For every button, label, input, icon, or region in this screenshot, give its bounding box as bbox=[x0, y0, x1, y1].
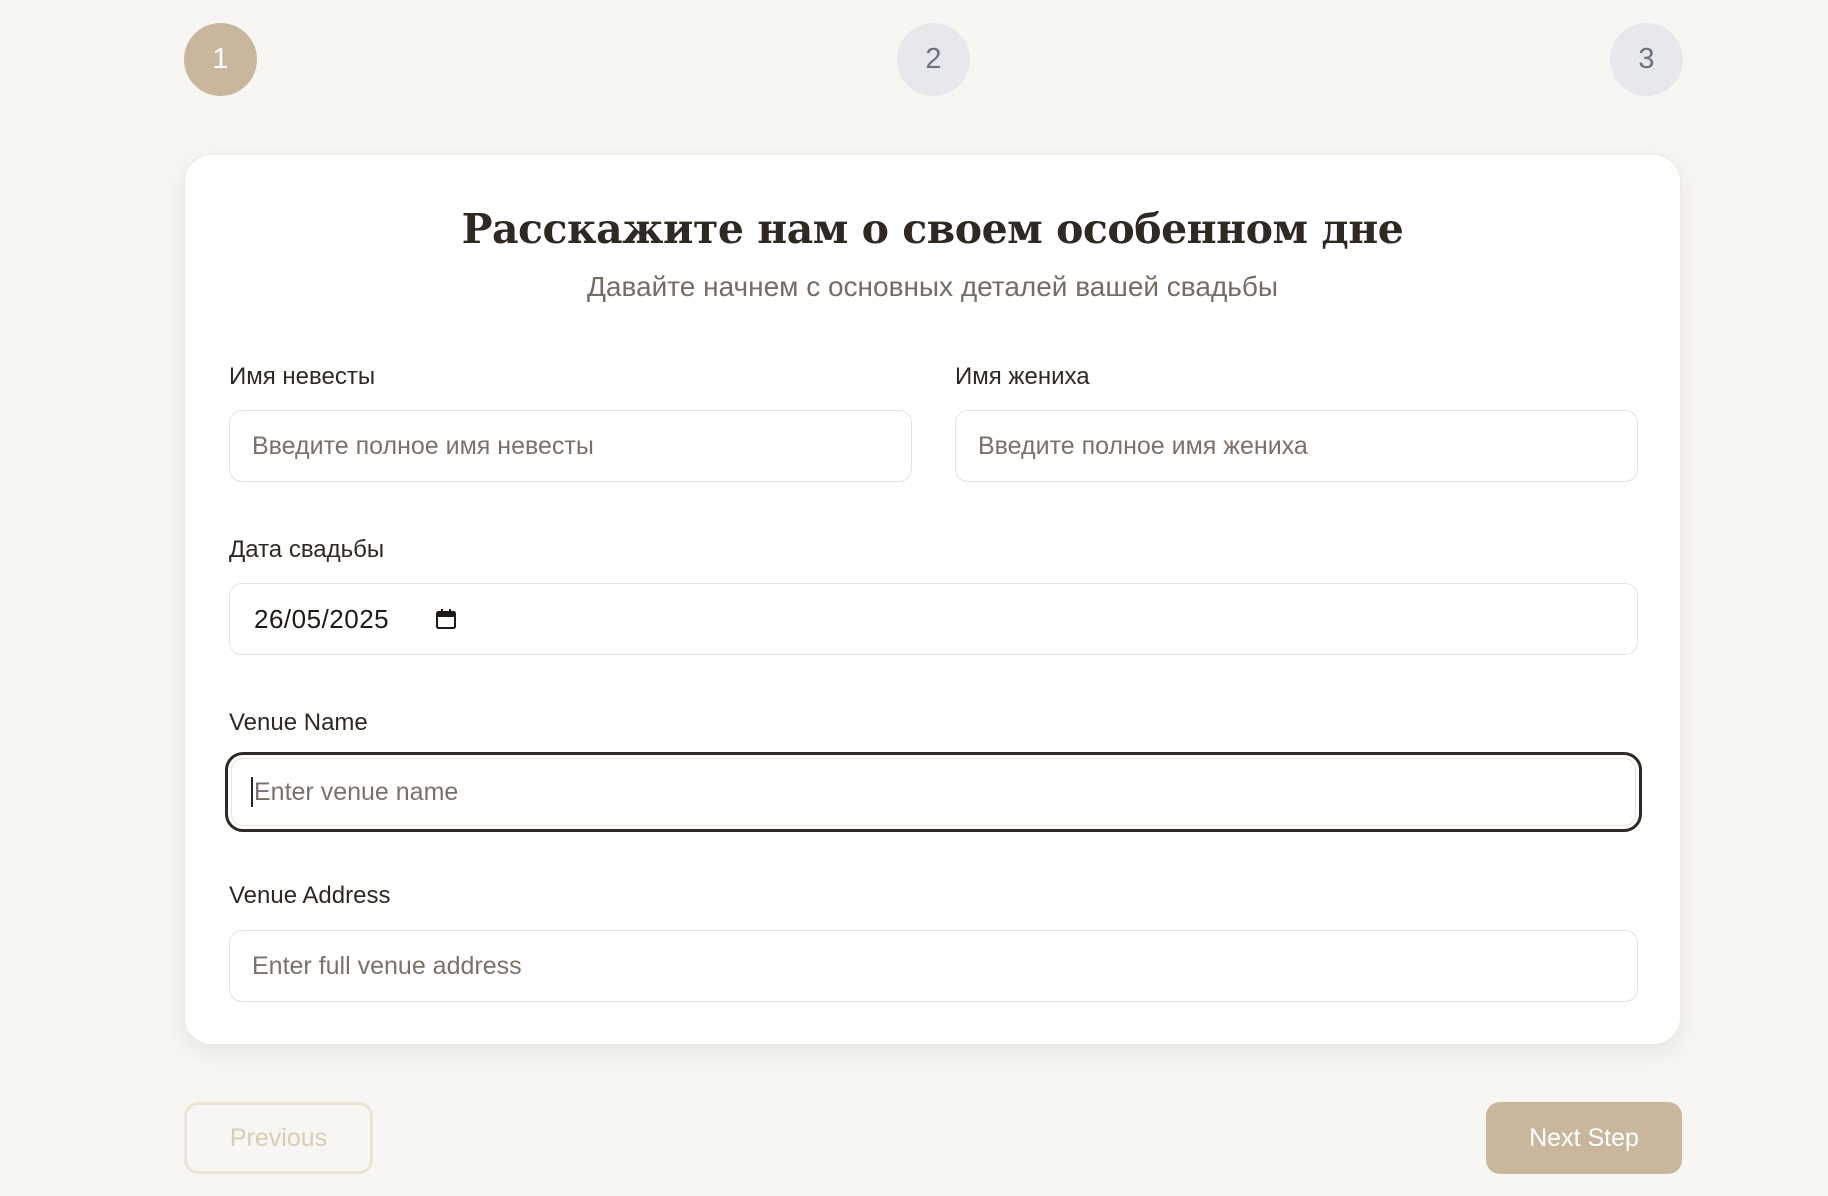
previous-button[interactable]: Previous bbox=[184, 1102, 373, 1174]
venue-address-label: Venue Address bbox=[229, 882, 391, 909]
form-subtitle: Давайте начнем с основных деталей вашей … bbox=[586, 271, 1279, 302]
groom-name-input[interactable] bbox=[955, 410, 1638, 482]
step-1-indicator[interactable]: 1 bbox=[184, 23, 257, 96]
step-3-indicator[interactable]: 3 bbox=[1610, 23, 1683, 96]
wedding-date-input[interactable]: 26/05/2025 bbox=[229, 583, 1638, 655]
next-step-button[interactable]: Next Step bbox=[1486, 1102, 1682, 1174]
text-cursor bbox=[251, 777, 253, 807]
progress-stepper: 1 2 3 bbox=[184, 23, 1683, 96]
groom-name-label: Имя жениха bbox=[955, 363, 1090, 390]
venue-address-input[interactable] bbox=[229, 930, 1638, 1002]
wedding-date-label: Дата свадьбы bbox=[229, 536, 385, 563]
bride-name-input[interactable] bbox=[229, 410, 912, 482]
step-2-indicator[interactable]: 2 bbox=[897, 23, 970, 96]
venue-name-input[interactable] bbox=[225, 752, 1642, 832]
form-title: Расскажите нам о своем особенном дне bbox=[461, 205, 1404, 253]
wedding-date-value: 26/05/2025 bbox=[254, 603, 390, 634]
wedding-details-card: Расскажите нам о своем особенном дне Дав… bbox=[184, 154, 1681, 1045]
venue-name-label: Venue Name bbox=[229, 709, 368, 736]
calendar-icon[interactable] bbox=[435, 608, 457, 630]
bride-name-label: Имя невесты bbox=[229, 363, 376, 390]
